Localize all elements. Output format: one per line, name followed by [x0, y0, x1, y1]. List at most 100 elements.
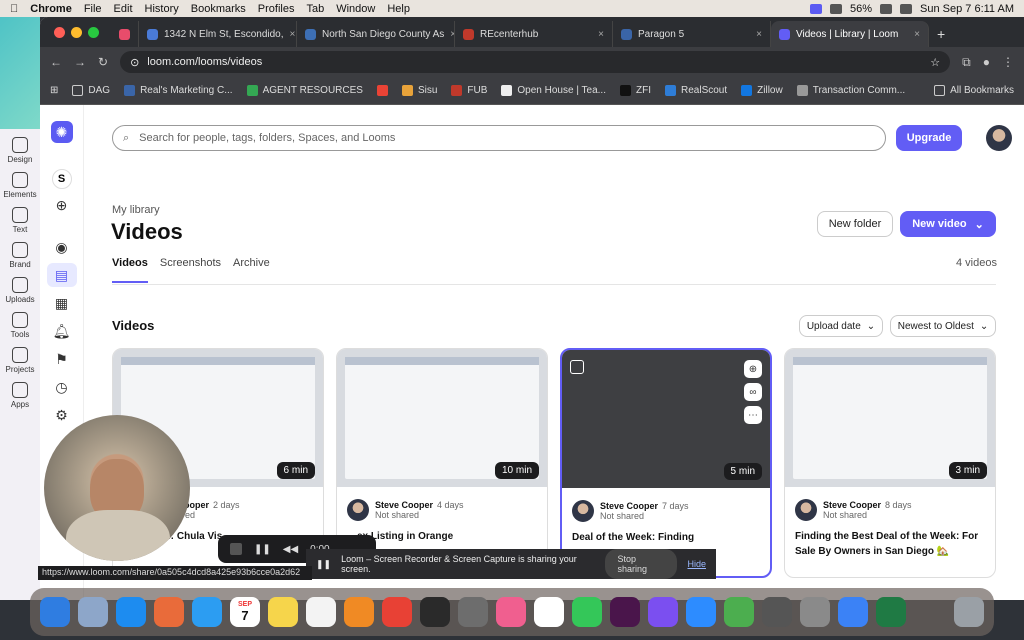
canva-icon[interactable] [648, 597, 678, 627]
finder-icon[interactable] [40, 597, 70, 627]
battery-percent[interactable]: 56% [850, 3, 872, 15]
stop-recording-icon[interactable] [230, 543, 242, 555]
menu-window[interactable]: Window [336, 3, 375, 15]
site-info-icon[interactable]: ⊙ [130, 56, 139, 69]
tab-1[interactable]: 1342 N Elm St, Escondido, × [139, 21, 297, 47]
bookmark-transaction[interactable]: Transaction Comm... [796, 85, 905, 96]
pinned-tab[interactable] [111, 21, 139, 47]
canva-tools[interactable]: Tools [0, 312, 40, 339]
menu-profiles[interactable]: Profiles [258, 3, 295, 15]
menu-icon[interactable]: ⋮ [1002, 55, 1014, 69]
zoom-icon[interactable] [686, 597, 716, 627]
share-status[interactable]: Not shared [375, 510, 464, 520]
share-status[interactable]: Not shared [600, 511, 689, 521]
tab-3[interactable]: REcenterhub × [455, 21, 613, 47]
tab-2[interactable]: North San Diego County As× [297, 21, 455, 47]
url-text[interactable]: loom.com/looms/videos [147, 56, 262, 68]
canva-elements[interactable]: Elements [0, 172, 40, 199]
books-icon[interactable] [344, 597, 374, 627]
apple-icon[interactable]:  [10, 3, 18, 15]
safari-icon[interactable] [192, 597, 222, 627]
bookmark-open-house[interactable]: Open House | Tea... [501, 85, 606, 96]
app-menu[interactable]: Chrome [30, 3, 72, 15]
globe-app-icon[interactable] [838, 597, 868, 627]
new-tab-button[interactable]: + [929, 21, 959, 47]
close-tab-icon[interactable]: × [598, 29, 604, 40]
control-center-icon[interactable] [900, 3, 913, 14]
add-user-icon[interactable]: ⊕ [744, 360, 762, 378]
more-options-icon[interactable]: ⋯ [744, 406, 762, 424]
bookmark-agent-resources[interactable]: AGENT RESOURCES [246, 85, 363, 96]
close-tab-icon[interactable]: × [290, 29, 296, 40]
reload-icon[interactable]: ↻ [98, 55, 108, 69]
zoom-window-button[interactable] [88, 26, 99, 38]
minimize-window-button[interactable] [71, 26, 82, 38]
close-tab-icon[interactable]: × [756, 29, 762, 40]
video-thumbnail[interactable]: ⊕ ∞ ⋯ 5 min [562, 350, 770, 488]
back-icon[interactable]: ← [50, 55, 62, 69]
extension-icon[interactable]: ⧉ [962, 55, 971, 70]
apps-grid-icon[interactable]: ⊞ [50, 85, 58, 96]
bookmark-realscout[interactable]: RealScout [665, 85, 727, 96]
canva-design[interactable]: Design [0, 137, 40, 164]
upgrade-button[interactable]: Upgrade [896, 125, 962, 151]
slack-icon[interactable] [610, 597, 640, 627]
video-title[interactable]: Finding the Best Deal of the Week: For S… [785, 521, 995, 559]
new-folder-button[interactable]: New folder [817, 211, 893, 237]
tab-videos[interactable]: Videos [112, 257, 148, 283]
chrome-icon[interactable] [382, 597, 412, 627]
tab-4[interactable]: Paragon 5 × [613, 21, 771, 47]
library-nav-icon[interactable]: ▤ [46, 263, 77, 287]
app-icon[interactable] [420, 597, 450, 627]
menu-help[interactable]: Help [387, 3, 410, 15]
select-checkbox[interactable] [570, 360, 584, 374]
profile-icon[interactable]: ● [983, 55, 990, 69]
close-tab-icon[interactable]: × [914, 29, 920, 40]
video-title[interactable]: Deal of the Week: Finding [562, 522, 770, 545]
video-thumbnail[interactable]: 10 min [337, 349, 547, 487]
new-video-button[interactable]: New video ⌄ [900, 211, 996, 237]
menu-file[interactable]: File [84, 3, 102, 15]
menu-tab[interactable]: Tab [306, 3, 324, 15]
hide-sharing-bar-link[interactable]: Hide [687, 559, 706, 569]
photos-icon[interactable] [496, 597, 526, 627]
close-window-button[interactable] [54, 26, 65, 38]
system-settings-icon[interactable] [800, 597, 830, 627]
menu-bookmarks[interactable]: Bookmarks [191, 3, 246, 15]
canva-apps[interactable]: Apps [0, 382, 40, 409]
workspace-avatar[interactable]: S [51, 169, 72, 189]
profile-nav-icon[interactable]: ◉ [47, 235, 77, 259]
all-bookmarks[interactable]: All Bookmarks [934, 85, 1014, 96]
iphone-mirroring-icon[interactable] [762, 597, 792, 627]
invite-user-icon[interactable]: ⊕ [47, 193, 77, 217]
canva-brand[interactable]: Brand [0, 242, 40, 269]
trash-icon[interactable] [954, 597, 984, 627]
calendar-nav-icon[interactable]: ▦ [47, 291, 77, 315]
launchpad-icon[interactable] [154, 597, 184, 627]
menu-history[interactable]: History [145, 3, 179, 15]
tab-archive[interactable]: Archive [233, 257, 270, 283]
bookmark-nav-icon[interactable]: ⚑ [47, 347, 77, 371]
bookmark-dag[interactable]: DAG [72, 85, 110, 96]
excel-icon[interactable] [876, 597, 906, 627]
notifications-bell-icon[interactable]: 🔔︎ [47, 319, 77, 343]
share-status[interactable]: Not shared [823, 510, 912, 520]
calendar-icon[interactable]: SEP 7 [230, 597, 260, 627]
bookmark-sisu[interactable]: Sisu [401, 85, 437, 96]
bookmark-star-icon[interactable]: ☆ [930, 56, 940, 69]
link-icon[interactable]: ∞ [744, 383, 762, 401]
pause-icon[interactable]: ❚❚ [254, 544, 271, 555]
loom-menu-icon[interactable] [809, 3, 822, 14]
preview-icon[interactable] [78, 597, 108, 627]
camera-bubble[interactable] [44, 415, 190, 561]
reminders-icon[interactable] [306, 597, 336, 627]
search-input[interactable]: ⌕ Search for people, tags, folders, Spac… [112, 125, 886, 151]
menu-edit[interactable]: Edit [114, 3, 133, 15]
tab-screenshots[interactable]: Screenshots [160, 257, 221, 283]
video-thumbnail[interactable]: 3 min [785, 349, 995, 487]
canva-uploads[interactable]: Uploads [0, 277, 40, 304]
clock[interactable]: Sun Sep 7 6:11 AM [920, 3, 1014, 15]
history-clock-icon[interactable]: ◷ [47, 375, 77, 399]
address-bar[interactable]: ⊙ loom.com/looms/videos ☆ [120, 51, 951, 73]
settings-gear-icon[interactable]: ⚙ [47, 403, 77, 427]
